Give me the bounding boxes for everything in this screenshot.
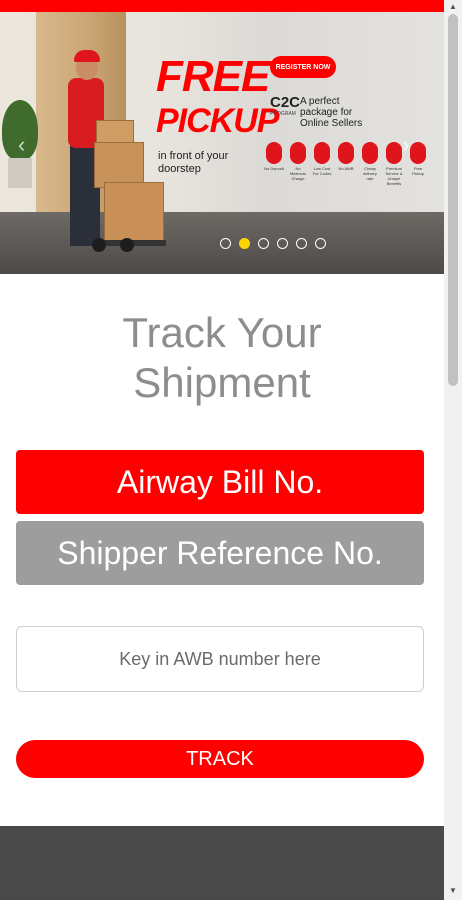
parcel-box bbox=[104, 182, 164, 246]
c2c-logo: C2C bbox=[270, 94, 301, 111]
carousel-dot[interactable] bbox=[296, 238, 307, 249]
trolley-wheel bbox=[92, 238, 106, 252]
banner-headline-pickup: PICKUP bbox=[156, 102, 279, 140]
feature-badge: Low Cost For Codes bbox=[312, 142, 332, 176]
feature-icon bbox=[266, 142, 282, 164]
feature-badge: Premium Service & Unique Benefits bbox=[384, 142, 404, 186]
top-accent-bar bbox=[0, 0, 444, 12]
feature-label: No AWB bbox=[338, 166, 354, 171]
page-footer bbox=[0, 826, 444, 900]
vertical-scrollbar[interactable]: ▲ ▼ bbox=[444, 0, 462, 900]
promo-banner-carousel[interactable]: FREE PICKUP in front of your doorstep RE… bbox=[0, 12, 444, 274]
track-button[interactable]: TRACK bbox=[16, 740, 424, 778]
feature-icon bbox=[386, 142, 402, 164]
feature-label: Low Cost For Codes bbox=[312, 166, 332, 176]
feature-badge: No Deposit bbox=[264, 142, 284, 171]
banner-subtext: in front of your doorstep bbox=[158, 150, 229, 175]
carousel-indicators bbox=[220, 238, 326, 249]
feature-label: Free Pickup bbox=[411, 166, 424, 176]
carousel-dot-active[interactable] bbox=[239, 238, 250, 249]
feature-icon bbox=[362, 142, 378, 164]
feature-label: Cheap delivery rate bbox=[363, 166, 377, 181]
register-now-button[interactable]: REGISTER NOW bbox=[270, 56, 336, 78]
page-title-line: Shipment bbox=[133, 359, 311, 406]
carousel-dot[interactable] bbox=[277, 238, 288, 249]
c2c-program-label: PROGRAM bbox=[270, 111, 296, 117]
courier-cap bbox=[74, 50, 100, 62]
tab-airway-bill[interactable]: Airway Bill No. bbox=[16, 450, 424, 514]
feature-icon bbox=[338, 142, 354, 164]
carousel-dot[interactable] bbox=[315, 238, 326, 249]
feature-icon bbox=[410, 142, 426, 164]
feature-label: No Minimum Charge bbox=[289, 166, 307, 181]
trolley-wheel bbox=[120, 238, 134, 252]
banner-package-text: A perfect package for Online Sellers bbox=[300, 96, 363, 129]
awb-number-input[interactable] bbox=[16, 626, 424, 692]
feature-icon bbox=[290, 142, 306, 164]
feature-badge: No AWB bbox=[336, 142, 356, 171]
feature-badge: Cheap delivery rate bbox=[360, 142, 380, 181]
scrollbar-thumb[interactable] bbox=[448, 14, 458, 386]
carousel-dot[interactable] bbox=[220, 238, 231, 249]
page-title-line: Track Your bbox=[122, 309, 322, 356]
carousel-next-arrow-icon[interactable]: › bbox=[402, 132, 409, 158]
feature-label: No Deposit bbox=[264, 166, 284, 171]
feature-badge: No Minimum Charge bbox=[288, 142, 308, 181]
tab-shipper-reference[interactable]: Shipper Reference No. bbox=[16, 521, 424, 585]
banner-headline-free: FREE bbox=[156, 52, 270, 101]
page-title: Track Your Shipment bbox=[0, 308, 444, 408]
scroll-up-arrow-icon[interactable]: ▲ bbox=[449, 2, 457, 11]
feature-label: Premium Service & Unique Benefits bbox=[385, 166, 403, 186]
carousel-dot[interactable] bbox=[258, 238, 269, 249]
carousel-prev-arrow-icon[interactable]: ‹ bbox=[18, 132, 25, 158]
feature-badge: Free Pickup bbox=[408, 142, 428, 176]
scroll-down-arrow-icon[interactable]: ▼ bbox=[449, 886, 457, 895]
feature-icon bbox=[314, 142, 330, 164]
plant-pot-illustration bbox=[8, 158, 32, 188]
